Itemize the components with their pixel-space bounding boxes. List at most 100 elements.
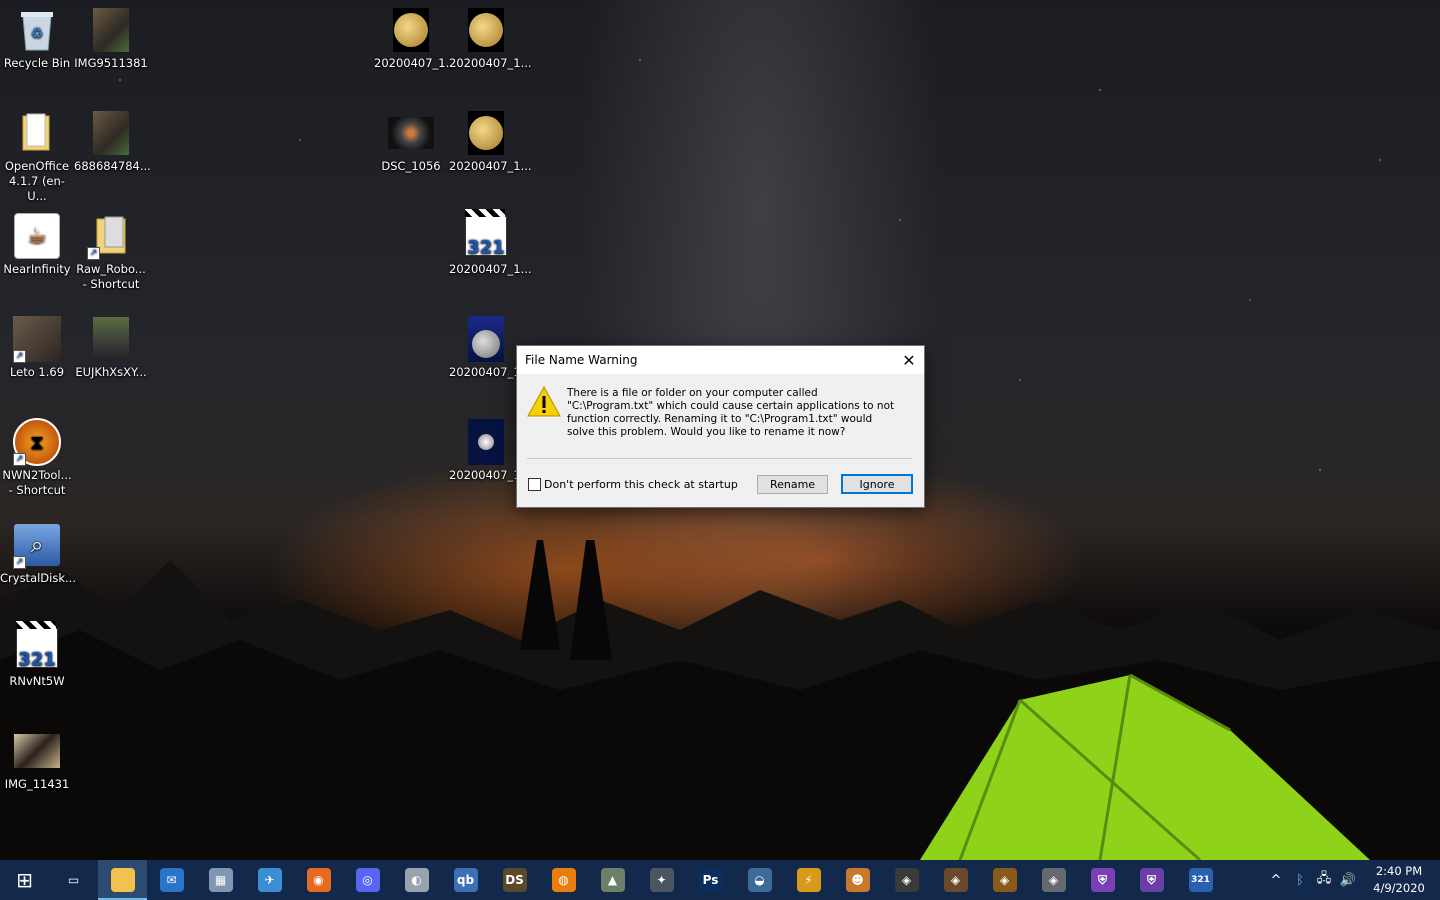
desktop-icon-label: DSC_1056 — [381, 159, 441, 173]
taskbar-item-media-player-icon[interactable]: 321 — [1176, 860, 1225, 900]
taskbar-item-disc-app-icon[interactable]: ◒ — [735, 860, 784, 900]
desktop-icon-nearinfinity[interactable]: ☕ NearInfinity — [0, 208, 74, 277]
desktop-icon-eujkhxsxy[interactable]: EUJKhXsXY... — [74, 311, 148, 380]
file-name-warning-dialog: File Name Warning ✕ There is a file or f… — [516, 345, 925, 508]
taskbar-item-qbittorrent-icon[interactable]: qb — [441, 860, 490, 900]
desktop-icon-label: EUJKhXsXY... — [75, 365, 147, 379]
game-app-icon: ▲ — [600, 868, 625, 892]
taskbar-item-system-app-icon[interactable]: ▦ — [196, 860, 245, 900]
taskbar-item-game-launcher-icon[interactable]: ◈ — [882, 860, 931, 900]
media-player-icon: 321 — [462, 209, 510, 260]
taskbar-item-game-launcher-icon[interactable]: ◈ — [931, 860, 980, 900]
close-icon[interactable]: ✕ — [894, 346, 924, 374]
media-player-icon: 321 — [13, 621, 61, 672]
desktop-icon-nwn2tool[interactable]: ⧗ ↗ NWN2Tool... - Shortcut — [0, 414, 74, 498]
discord-icon: ◎ — [355, 868, 380, 892]
taskbar-item-winamp-icon[interactable]: ⚡ — [784, 860, 833, 900]
desktop-icon-leto[interactable]: ↗ Leto 1.69 — [0, 311, 74, 380]
desktop-icon-rnvnt5w[interactable]: 321 RNvNt5W — [0, 620, 74, 689]
desktop-icon-20200407-d[interactable]: 321 20200407_1... — [449, 208, 532, 277]
checkbox-label: Don't perform this check at startup — [544, 478, 738, 491]
start-button[interactable]: ⊞ — [0, 860, 49, 900]
taskbar-item-starship-app-icon[interactable]: ✦ — [637, 860, 686, 900]
clock-time: 2:40 PM — [1375, 864, 1423, 878]
winamp-icon: ⚡ — [796, 868, 821, 892]
show-hidden-icons-chevron-icon[interactable]: ^ — [1264, 873, 1288, 888]
taskbar-item-monkey-app-icon[interactable]: ☻ — [833, 860, 882, 900]
desktop-icon-20200407-e[interactable]: 20200407_1... — [449, 311, 532, 380]
taskbar-item-game-launcher-icon[interactable]: ◈ — [980, 860, 1029, 900]
startup-check-checkbox[interactable]: Don't perform this check at startup — [528, 478, 738, 491]
taskbar-item-outlook-icon[interactable]: ✉ — [147, 860, 196, 900]
desktop-icon-label: 20200407_1... — [449, 262, 532, 276]
disc-app-icon: ◒ — [747, 868, 772, 892]
desktop-icon-688684784[interactable]: 688684784... — [74, 105, 151, 174]
desktop-icon-label: 20200407_1... — [449, 56, 532, 70]
taskbar-item-globe-app-icon[interactable]: ◐ — [392, 860, 441, 900]
desktop-icon-raw-robo[interactable]: ↗ Raw_Robo... - Shortcut — [74, 208, 148, 292]
desktop-icon-dsc-1056[interactable]: DSC_1056 — [374, 105, 448, 174]
wallpaper-stars — [0, 0, 1440, 600]
desktop-icon-recycle-bin[interactable]: ♻ Recycle Bin — [0, 2, 74, 71]
task-view-icon: ▭ — [61, 868, 86, 892]
photo-icon — [87, 6, 135, 54]
app-shortcut-icon: ↗ — [13, 315, 61, 363]
taskbar-item-discord-icon[interactable]: ◎ — [343, 860, 392, 900]
desktop-icon-label: Raw_Robo... - Shortcut — [76, 262, 146, 291]
taskbar-item-photoshop-icon[interactable]: Ps — [686, 860, 735, 900]
folder-shortcut-icon: ↗ — [87, 212, 135, 260]
volume-icon[interactable]: 🔊 — [1336, 873, 1360, 888]
desktop-icon-label: 688684784... — [74, 159, 151, 173]
moon-photo-icon — [462, 109, 510, 157]
game-launcher-icon: ◈ — [943, 868, 968, 892]
taskbar-item-thunderbird-icon[interactable]: ✈ — [245, 860, 294, 900]
desktop-icon-crystaldisk[interactable]: ⌕ ↗ CrystalDisk... — [0, 517, 76, 586]
dialog-titlebar[interactable]: File Name Warning ✕ — [517, 346, 924, 374]
desktop-icon-label: IMG9511381 — [74, 56, 148, 70]
desktop-icon-img9511381[interactable]: IMG9511381 — [74, 2, 148, 71]
daz-studio-icon: DS — [502, 868, 527, 892]
taskbar-item-firefox-icon[interactable]: ◉ — [294, 860, 343, 900]
taskbar-item-game-app-icon[interactable]: ▲ — [588, 860, 637, 900]
desktop-icon-label: 20200407_1... — [449, 365, 532, 379]
desktop-icon-openoffice[interactable]: OpenOffice 4.1.7 (en-U... — [0, 105, 74, 204]
dialog-message: There is a file or folder on your comput… — [567, 387, 895, 438]
bluetooth-icon[interactable]: ᛒ — [1288, 873, 1312, 888]
java-icon: ☕ — [13, 212, 61, 260]
desktop-icon-label: Leto 1.69 — [9, 365, 65, 379]
dialog-title: File Name Warning — [525, 353, 638, 367]
photo-icon — [387, 109, 435, 157]
clock[interactable]: 2:40 PM 4/9/2020 — [1368, 863, 1430, 897]
desktop-icon-label: NWN2Tool... - Shortcut — [2, 468, 72, 497]
dialog-divider — [527, 458, 912, 459]
taskbar-item-shield-app-icon[interactable]: ⛨ — [1127, 860, 1176, 900]
desktop-icon-label: IMG_11431 — [4, 777, 70, 791]
media-player-icon: 321 — [1188, 868, 1213, 892]
system-app-icon: ▦ — [208, 868, 233, 892]
taskbar-item-blender-icon[interactable]: ◍ — [539, 860, 588, 900]
file-explorer-icon — [110, 868, 135, 892]
ignore-button[interactable]: Ignore — [841, 474, 913, 494]
shortcut-arrow-icon: ↗ — [13, 556, 26, 569]
desktop-icon-20200407-f[interactable]: 20200407_1... — [449, 414, 532, 483]
network-icon[interactable]: 🖧 — [1312, 869, 1336, 891]
desktop-icon-label: NearInfinity — [3, 262, 71, 276]
checkbox-box[interactable] — [528, 478, 541, 491]
photoshop-icon: Ps — [698, 868, 723, 892]
desktop-icon-label: 20200407_1... — [449, 468, 532, 482]
rename-button[interactable]: Rename — [757, 475, 828, 494]
desktop-icon-20200407-b[interactable]: 20200407_1... — [449, 2, 532, 71]
taskbar-item-game-launcher-icon[interactable]: ◈ — [1029, 860, 1078, 900]
desktop-icon-img-11431[interactable]: IMG_11431 — [0, 723, 74, 792]
desktop-icon-20200407-c[interactable]: 20200407_1... — [449, 105, 532, 174]
photo-icon — [87, 315, 135, 363]
taskbar-item-daz-studio-icon[interactable]: DS — [490, 860, 539, 900]
desktop-icon-20200407-a[interactable]: 20200407_1... — [374, 2, 457, 71]
recycle-bin-icon: ♻ — [13, 6, 61, 54]
taskbar-item-task-view-icon[interactable]: ▭ — [49, 860, 98, 900]
firefox-icon: ◉ — [306, 868, 331, 892]
taskbar-item-file-explorer-icon[interactable] — [98, 860, 147, 900]
taskbar-item-shield-app-icon[interactable]: ⛨ — [1078, 860, 1127, 900]
shield-app-icon: ⛨ — [1090, 868, 1115, 892]
desktop-icon-label: Recycle Bin — [3, 56, 71, 70]
